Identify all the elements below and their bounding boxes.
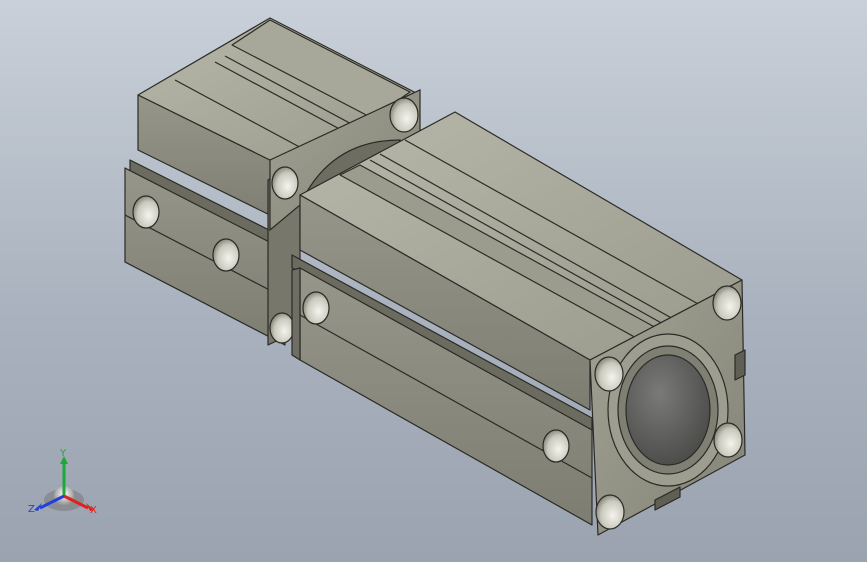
graphics-viewport[interactable]: Y X Z (0, 0, 867, 562)
mount-hole-icon (271, 166, 299, 200)
mount-hole-icon (594, 356, 624, 392)
x-axis-label: X (90, 505, 97, 516)
port-hole-icon (212, 238, 240, 272)
port-hole-icon (542, 429, 570, 463)
port-hole-icon (302, 291, 330, 325)
cylinder-model[interactable] (0, 0, 867, 562)
z-axis-label: Z (28, 504, 35, 515)
mount-hole-icon (389, 97, 419, 133)
mount-hole-icon (595, 494, 625, 530)
port-hole-icon (132, 195, 160, 229)
mount-hole-icon (713, 422, 743, 458)
piston-rod[interactable] (625, 354, 711, 466)
y-axis-label: Y (60, 448, 67, 459)
mount-hole-icon (712, 285, 742, 321)
reference-triad: Y X Z (24, 448, 104, 528)
mount-hole-icon (269, 312, 295, 344)
